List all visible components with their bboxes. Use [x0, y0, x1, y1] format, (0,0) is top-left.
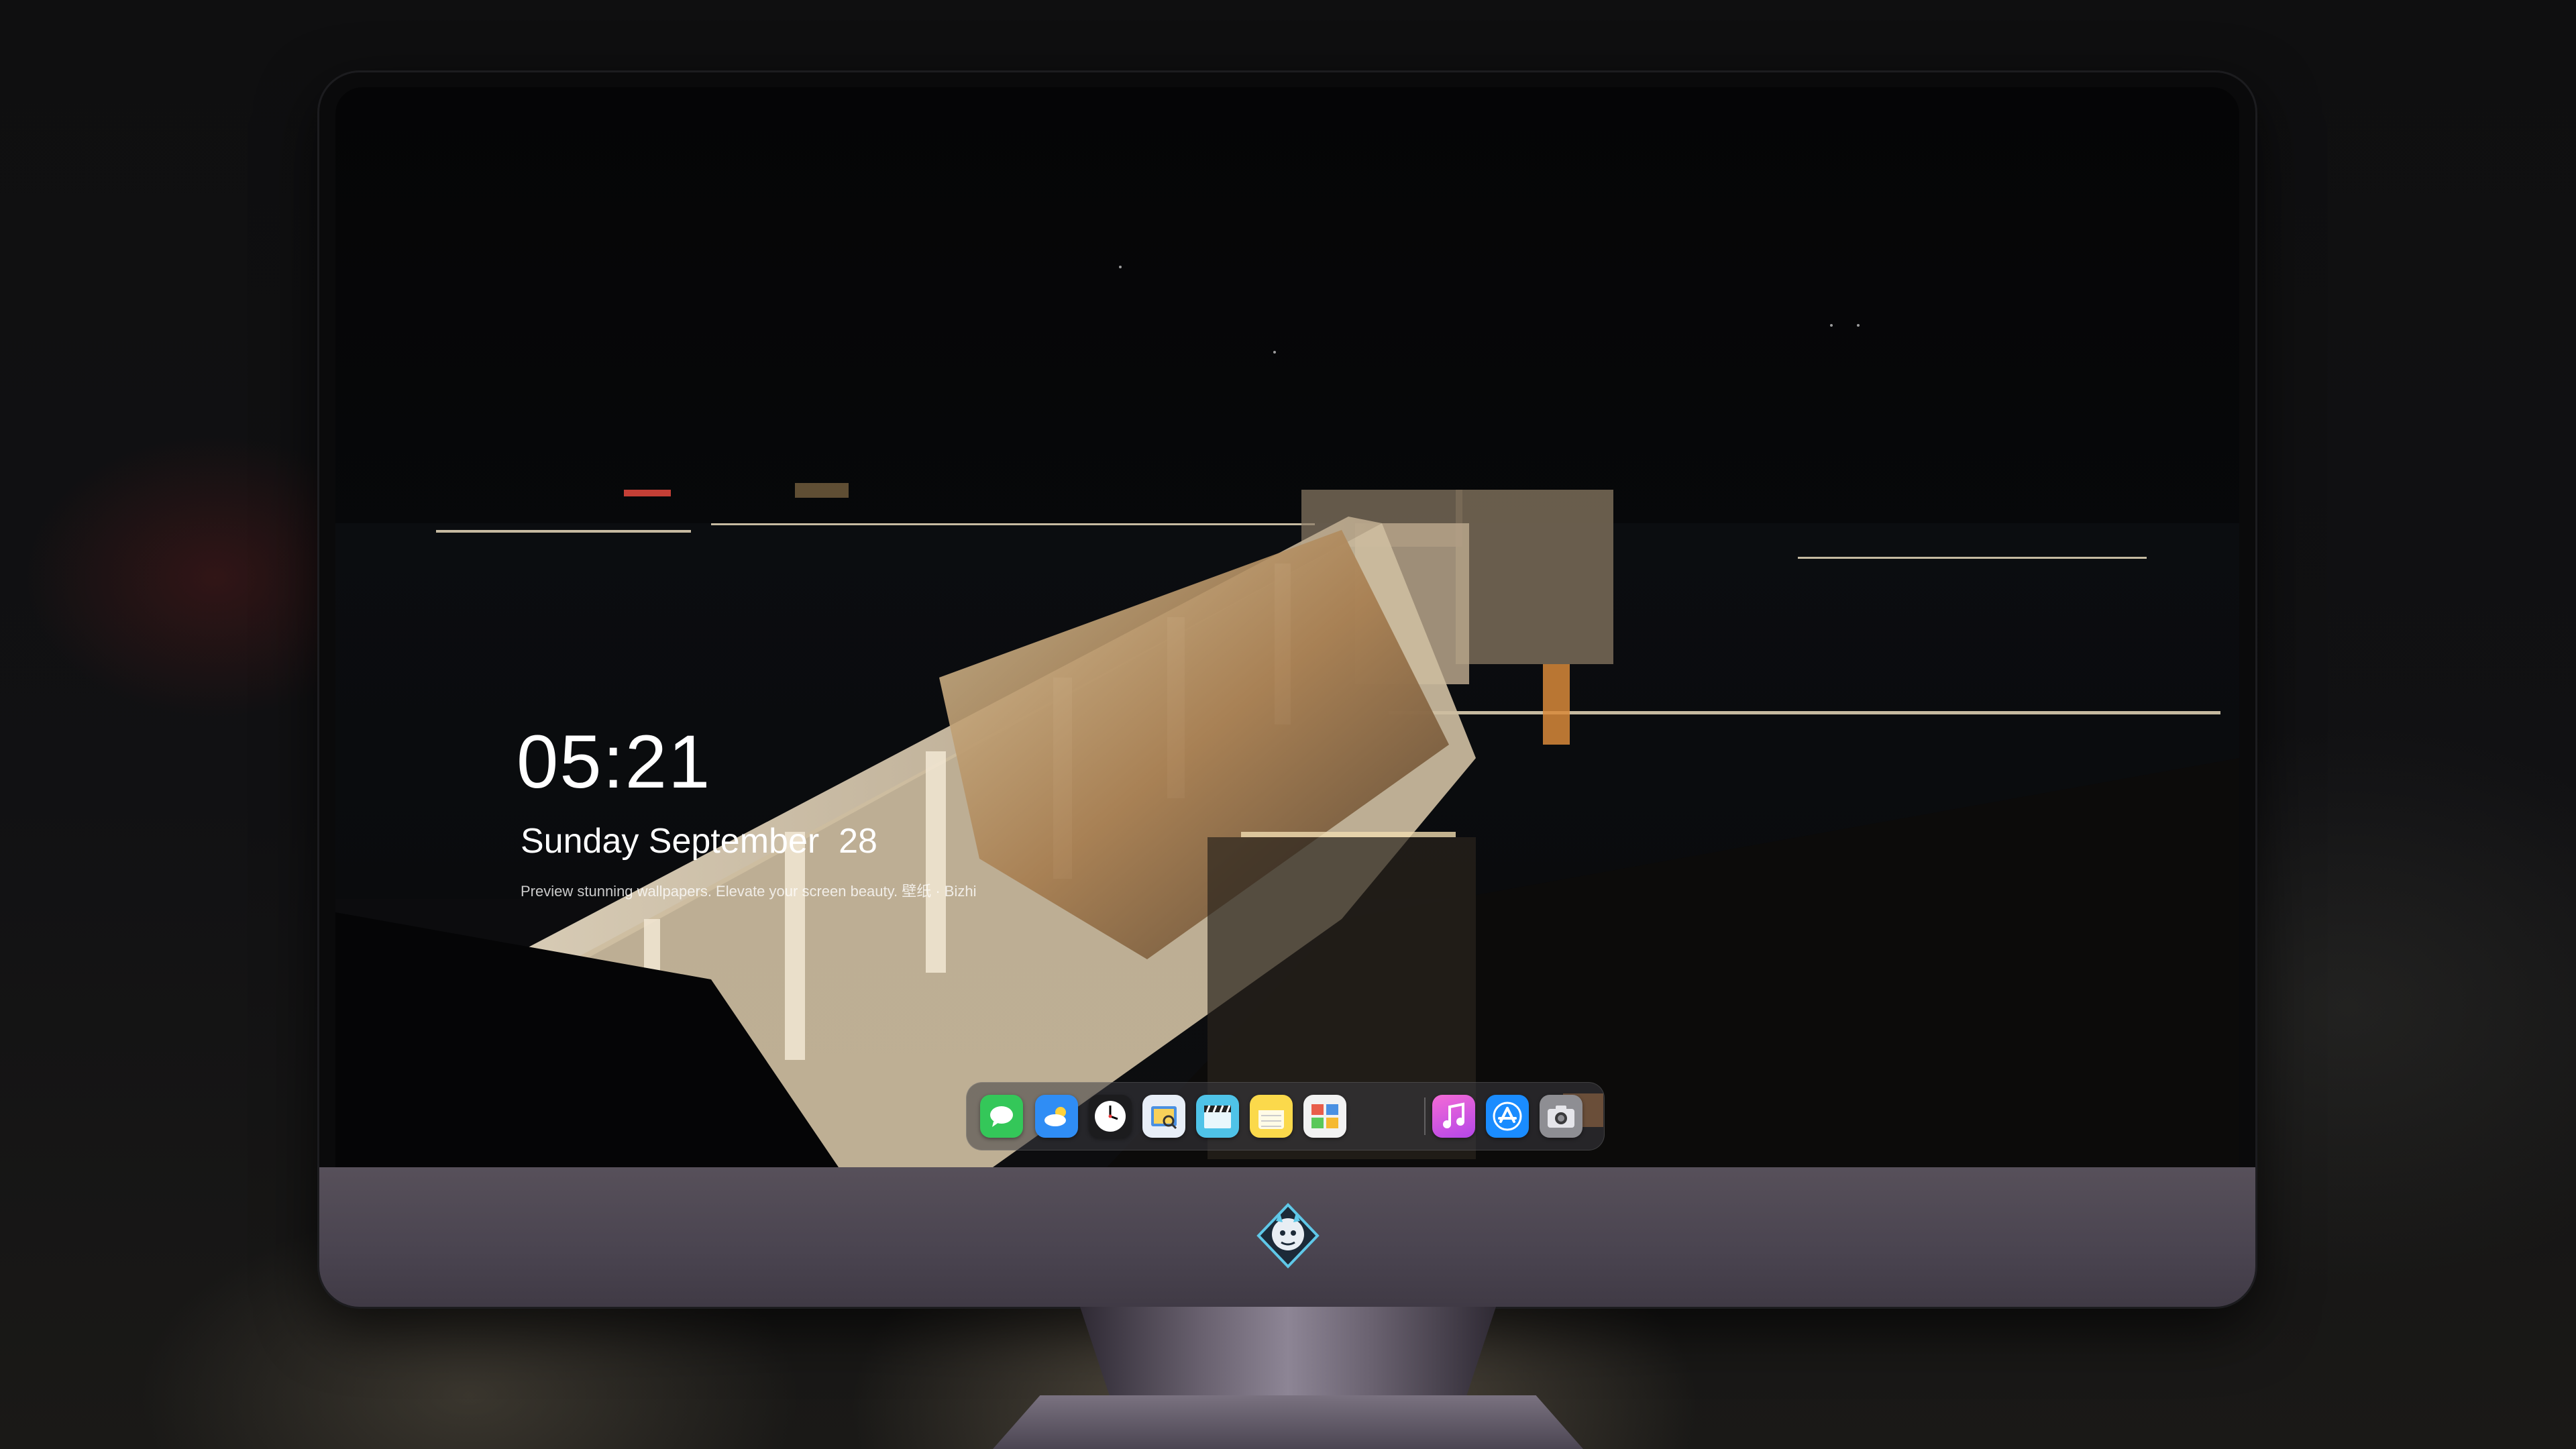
monitor-stand-foot: [993, 1395, 1583, 1449]
dock: [966, 1082, 1605, 1150]
lock-clock-time: 05:21: [517, 720, 712, 804]
notes-icon[interactable]: [1250, 1095, 1293, 1138]
desktop-screen: 05:21 Sunday September 28 Preview stunni…: [335, 87, 2239, 1167]
wallpaper-caption: Preview stunning wallpapers. Elevate you…: [521, 883, 977, 900]
app-store-icon[interactable]: [1486, 1095, 1529, 1138]
wallpaper-dam-night: [335, 266, 2239, 1167]
photo-booth-icon[interactable]: [1303, 1095, 1346, 1138]
dock-separator: [1424, 1097, 1426, 1135]
dragon-mascot-icon: [1254, 1202, 1322, 1269]
music-note-icon[interactable]: [1432, 1095, 1475, 1138]
monitor-stand-neck: [1080, 1307, 1496, 1407]
preview-icon[interactable]: [1142, 1095, 1185, 1138]
weather-icon[interactable]: [1035, 1095, 1078, 1138]
lock-date: Sunday September 28: [521, 822, 877, 861]
messages-icon[interactable]: [980, 1095, 1023, 1138]
clapperboard-icon[interactable]: [1196, 1095, 1239, 1138]
camera-icon[interactable]: [1540, 1095, 1582, 1138]
clock-icon[interactable]: [1089, 1095, 1132, 1138]
